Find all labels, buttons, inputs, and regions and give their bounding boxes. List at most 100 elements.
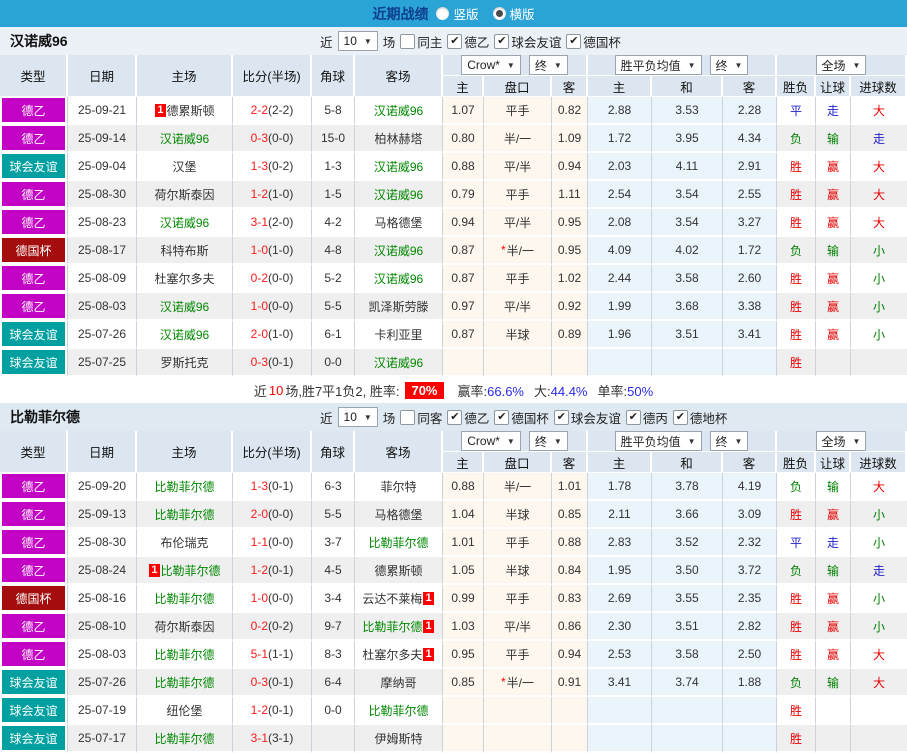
summary-prefix: 近	[253, 383, 267, 399]
league-checkbox[interactable]: 球会友谊	[553, 408, 621, 427]
match-date: 25-09-13	[68, 501, 137, 529]
league-checkbox[interactable]: 德国杯	[566, 32, 621, 51]
team-name[interactable]: 伊姆斯特	[374, 730, 422, 747]
team-name[interactable]: 荷尔斯泰因	[154, 618, 214, 635]
handicap-text: 平/半	[503, 159, 532, 174]
team-name[interactable]: 汉诺威96	[374, 158, 423, 175]
team-name[interactable]: 比勒菲尔德	[362, 618, 422, 635]
checkbox-icon[interactable]	[566, 33, 582, 49]
team-name[interactable]: 菲尔特	[380, 478, 416, 495]
same-venue-checkbox[interactable]: 同客	[400, 408, 442, 427]
league-checkbox[interactable]: 球会友谊	[494, 32, 561, 51]
team-name[interactable]: 柏林赫塔	[374, 130, 422, 147]
team-name[interactable]: 杜塞尔多夫	[154, 270, 214, 287]
team-name[interactable]: 布伦瑞克	[160, 534, 208, 551]
checkbox-icon[interactable]	[447, 409, 463, 425]
team-name[interactable]: 汉诺威96	[374, 354, 423, 371]
halftime-score: (0-0)	[268, 131, 294, 145]
odds-select-group: 胜平负均值 ▼ 终 ▼	[588, 55, 777, 76]
stat-value: 44.4%	[550, 383, 588, 399]
match-count-select[interactable]: 10 ▼	[337, 31, 378, 51]
team-name[interactable]: 摩纳哥	[380, 674, 416, 691]
team-name[interactable]: 比勒菲尔德	[368, 534, 428, 551]
team-name[interactable]: 比勒菲尔德	[154, 646, 214, 663]
odds-away: 1.02	[552, 265, 588, 293]
odds-source-select[interactable]: 全场 ▼	[815, 431, 867, 451]
odds-source-select[interactable]: 全场 ▼	[815, 55, 867, 75]
team-name[interactable]: 凯泽斯劳滕	[368, 298, 428, 315]
team-name[interactable]: 汉诺威96	[374, 270, 423, 287]
layout-radio[interactable]: 横版	[492, 4, 535, 23]
team-name[interactable]: 汉诺威96	[374, 242, 423, 259]
halftime-score: (0-1)	[268, 563, 294, 577]
match-date: 25-08-03	[68, 293, 137, 321]
same-venue-checkbox[interactable]: 同主	[400, 32, 442, 51]
team-name[interactable]: 罗斯托克	[160, 354, 208, 371]
match-count-select[interactable]: 10 ▼	[337, 407, 378, 427]
team-name[interactable]: 德累斯顿	[374, 562, 422, 579]
team-name[interactable]: 汉诺威96	[374, 102, 423, 119]
match-date: 25-09-04	[68, 153, 137, 181]
league-checkbox[interactable]: 德国杯	[494, 408, 549, 427]
team-name[interactable]: 比勒菲尔德	[154, 674, 214, 691]
result-wdl: 负	[777, 557, 816, 585]
team-name[interactable]: 汉堡	[172, 158, 196, 175]
team-name[interactable]: 比勒菲尔德	[154, 730, 214, 747]
layout-radio[interactable]: 竖版	[436, 4, 479, 23]
team-name[interactable]: 马格德堡	[374, 506, 422, 523]
radio-icon[interactable]	[492, 7, 506, 20]
match-date: 25-08-30	[68, 529, 137, 557]
halftime-score: (1-0)	[268, 187, 294, 201]
team-name[interactable]: 纽伦堡	[166, 702, 202, 719]
team-name[interactable]: 汉诺威96	[374, 186, 423, 203]
league-checkbox[interactable]: 德丙	[625, 408, 668, 427]
result-text: 大	[872, 215, 885, 230]
odds-source-select[interactable]: 胜平负均值 ▼	[614, 55, 702, 75]
checkbox-icon[interactable]	[400, 409, 416, 425]
odds-source-select[interactable]: Crow* ▼	[461, 431, 521, 451]
result-handicap: 赢	[816, 265, 851, 293]
checkbox-icon[interactable]	[447, 33, 463, 49]
odds-source-select[interactable]: 终 ▼	[528, 431, 568, 451]
home-team: 杜塞尔多夫	[137, 265, 233, 293]
checkbox-icon[interactable]	[494, 33, 510, 49]
odds-source-select[interactable]: 胜平负均值 ▼	[614, 431, 702, 451]
team-name[interactable]: 云达不莱梅	[362, 590, 422, 607]
league-checkbox[interactable]: 德乙	[447, 408, 489, 427]
odds-source-select[interactable]: 终 ▼	[528, 55, 568, 75]
mean-home: 1.95	[588, 557, 652, 585]
mean-away: 1.72	[723, 237, 777, 265]
odds-source-select[interactable]: 终 ▼	[709, 55, 749, 75]
team-name[interactable]: 德累斯顿	[167, 102, 215, 119]
team-name[interactable]: 比勒菲尔德	[154, 506, 214, 523]
team-name[interactable]: 比勒菲尔德	[161, 562, 221, 579]
league-checkbox[interactable]: 德地杯	[672, 408, 727, 427]
team-name[interactable]: 汉诺威96	[160, 130, 209, 147]
team-name[interactable]: 马格德堡	[374, 214, 422, 231]
team-name[interactable]: 汉诺威96	[160, 214, 209, 231]
team-name[interactable]: 荷尔斯泰因	[154, 186, 214, 203]
league-checkbox[interactable]: 德乙	[447, 32, 489, 51]
checkbox-icon[interactable]	[494, 409, 510, 425]
result-text: 赢	[826, 159, 839, 174]
checkbox-icon[interactable]	[672, 409, 688, 425]
checkbox-icon[interactable]	[553, 409, 569, 425]
team-name[interactable]: 科特布斯	[160, 242, 208, 259]
red-card-badge: 1	[423, 647, 434, 661]
team-name[interactable]: 比勒菲尔德	[154, 590, 214, 607]
odds-source-select[interactable]: Crow* ▼	[461, 55, 521, 75]
team-name[interactable]: 比勒菲尔德	[368, 702, 428, 719]
team-name[interactable]: 比勒菲尔德	[154, 478, 214, 495]
checkbox-icon[interactable]	[400, 33, 416, 49]
radio-icon[interactable]	[436, 7, 450, 20]
checkbox-icon[interactable]	[625, 409, 641, 425]
odds-source-select[interactable]: 终 ▼	[709, 431, 749, 451]
team-name[interactable]: 汉诺威96	[160, 326, 209, 343]
result-text: 小	[872, 271, 885, 286]
team-name[interactable]: 卡利亚里	[374, 326, 422, 343]
team-name[interactable]: 汉诺威96	[160, 298, 209, 315]
result-goals: 小	[851, 237, 907, 265]
select-value: 终	[715, 58, 728, 73]
team-name[interactable]: 杜塞尔多夫	[362, 646, 422, 663]
column-header: 主场	[137, 431, 233, 473]
